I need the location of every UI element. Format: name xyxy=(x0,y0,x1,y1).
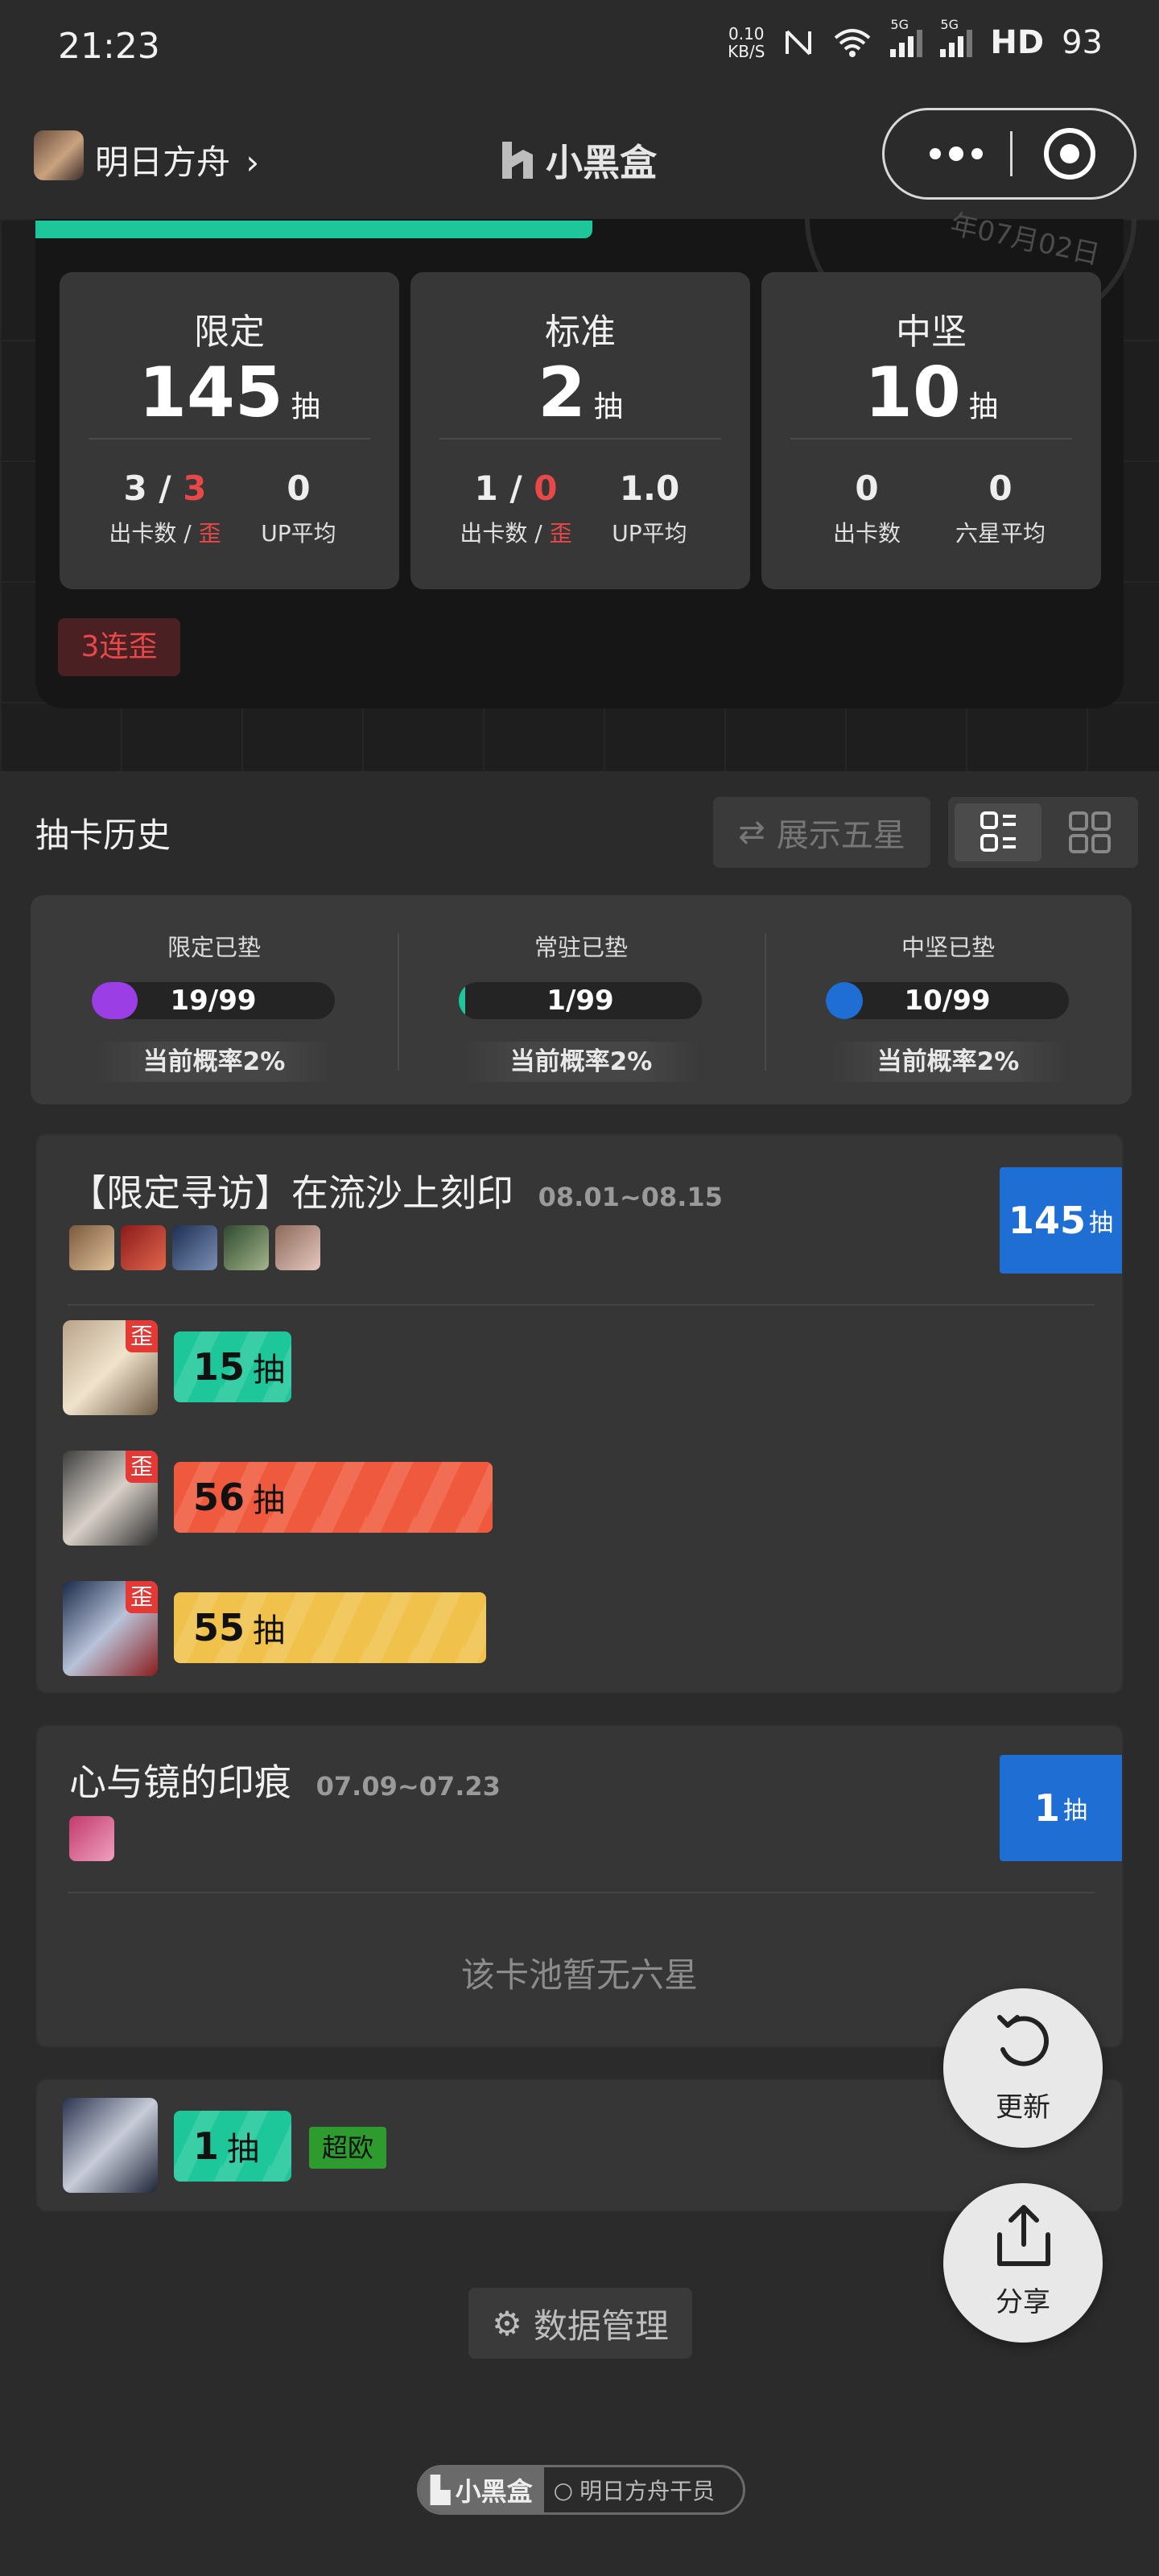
history-title: 抽卡历史 xyxy=(35,815,171,855)
gear-icon: ⚙ xyxy=(492,2303,522,2343)
stat-cards-out: 0 出卡数 xyxy=(832,469,901,547)
stat-cards-out: 3 / 3 出卡数 / 歪 xyxy=(109,469,221,547)
pity-standard: 常驻已垫 1/99 当前概率2% xyxy=(398,895,765,1104)
search-icon: ○ xyxy=(553,2476,574,2504)
pity-progress: 10/99 xyxy=(826,982,1069,1019)
operator-avatar: 歪 xyxy=(63,1451,158,1546)
pull-bar: 1抽 xyxy=(174,2111,291,2182)
list-view-button[interactable] xyxy=(955,803,1041,861)
hd-label: HD xyxy=(990,24,1045,61)
pool-card-limited: 限定 145 抽 3 / 3 出卡数 / 歪 0 UP平均 xyxy=(60,272,399,589)
banner-pull-badge: 145 抽 xyxy=(1000,1167,1122,1274)
card-divider xyxy=(68,1304,1095,1306)
footer-brand: ▙ 小黑盒 xyxy=(419,2467,544,2512)
status-time: 21:23 xyxy=(58,26,160,67)
pull-bar: 15 抽 xyxy=(174,1331,291,1402)
capsule-divider xyxy=(1010,131,1013,176)
pool-pull-count: 10 抽 xyxy=(864,353,998,433)
operator-avatar xyxy=(69,1816,114,1861)
grid-view-icon xyxy=(1069,811,1111,853)
xiaoheihe-logo-icon xyxy=(502,142,533,179)
operator-avatar: 歪 xyxy=(63,1581,158,1676)
operator-avatar xyxy=(224,1225,269,1270)
pity-progress: 1/99 xyxy=(459,982,702,1019)
pity-limited: 限定已垫 19/99 当前概率2% xyxy=(31,895,398,1104)
operator-avatar: 歪 xyxy=(63,1320,158,1415)
operator-avatar xyxy=(63,2098,158,2193)
empty-six-star-note: 该卡池暂无六星 xyxy=(460,1955,698,1995)
game-switcher[interactable]: 明日方舟 › xyxy=(95,135,259,184)
operator-avatar xyxy=(172,1225,217,1270)
pull-bar: 55 抽 xyxy=(174,1592,486,1663)
swap-icon: ⇄ xyxy=(738,814,765,851)
share-icon xyxy=(997,2205,1050,2266)
refresh-icon xyxy=(997,2015,1049,2066)
pool-name: 中坚 xyxy=(896,312,967,353)
share-button[interactable]: 分享 xyxy=(943,2183,1103,2343)
banner-title-row: 【限定寻访】在流沙上刻印 08.01~08.15 xyxy=(69,1171,723,1215)
net-speed: 0.10 KB/S xyxy=(728,24,765,61)
pity-summary: 限定已垫 19/99 当前概率2% 常驻已垫 1/99 当前概率2% 中坚已垫 … xyxy=(31,895,1132,1104)
status-icons: 0.10 KB/S 5G 5G HD 93 xyxy=(728,17,1103,61)
summary-progress-bar xyxy=(35,221,592,238)
off-rate-badge: 歪 xyxy=(126,1320,158,1352)
game-avatar[interactable] xyxy=(34,130,84,180)
pity-core: 中坚已垫 10/99 当前概率2% xyxy=(765,895,1132,1104)
banner-operator-avatars xyxy=(69,1225,335,1274)
off-rate-badge: 歪 xyxy=(126,1581,158,1613)
pool-card-core: 中坚 10 抽 0 出卡数 0 六星平均 xyxy=(761,272,1101,589)
footer-brand-search[interactable]: ▙ 小黑盒 ○ 明日方舟干员 xyxy=(417,2465,745,2515)
signal-bars-icon xyxy=(890,28,923,57)
banner-pull-badge: 1抽 xyxy=(1000,1755,1122,1861)
close-miniprogram-icon[interactable] xyxy=(1044,128,1095,180)
pool-pull-count: 145 抽 xyxy=(138,353,320,433)
signal-bars-icon xyxy=(940,28,973,57)
card-divider xyxy=(68,1892,1095,1893)
streak-tag: 3连歪 xyxy=(58,618,180,676)
data-manage-button[interactable]: ⚙ 数据管理 xyxy=(468,2288,692,2359)
brand-logo: 小黑盒 xyxy=(497,134,657,187)
pool-name: 标准 xyxy=(545,312,616,353)
chevron-right-icon: › xyxy=(245,142,260,182)
stat-up-average: 1.0 UP平均 xyxy=(612,469,687,547)
operator-avatar xyxy=(69,1225,114,1270)
banner-card[interactable]: 【限定寻访】在流沙上刻印 08.01~08.15 145 抽 歪 15 抽 歪 56… xyxy=(35,1133,1124,1694)
xiaoheihe-logo-icon: ▙ xyxy=(431,2475,451,2505)
lucky-tag: 超欧 xyxy=(309,2127,386,2169)
signal-2: 5G xyxy=(940,17,973,57)
pool-name: 限定 xyxy=(194,312,265,353)
banner-card[interactable]: 心与镜的印痕 07.09~07.23 1抽 该卡池暂无六星 xyxy=(35,1724,1124,2048)
more-icon[interactable] xyxy=(912,134,1000,173)
wifi-icon xyxy=(835,29,871,57)
refresh-button[interactable]: 更新 xyxy=(943,1988,1103,2148)
mini-program-capsule xyxy=(882,108,1136,200)
pool-card-standard: 标准 2抽 1 / 0 出卡数 / 歪 1.0 UP平均 xyxy=(410,272,750,589)
pool-divider xyxy=(439,438,721,440)
stat-six-star-average: 0 六星平均 xyxy=(955,469,1046,547)
footer-search: ○ 明日方舟干员 xyxy=(553,2476,716,2505)
stat-cards-out: 1 / 0 出卡数 / 歪 xyxy=(460,469,572,547)
pool-pull-count: 2抽 xyxy=(538,353,623,433)
banner-title-row: 心与镜的印痕 07.09~07.23 xyxy=(69,1761,501,1804)
battery-level: 93 xyxy=(1062,24,1103,61)
pool-divider xyxy=(790,438,1072,440)
list-view-icon xyxy=(980,811,1016,852)
nfc-icon xyxy=(786,30,812,56)
operator-avatar xyxy=(121,1225,166,1270)
grid-view-button[interactable] xyxy=(1046,803,1133,861)
signal-1: 5G xyxy=(890,17,923,57)
stat-up-average: 0 UP平均 xyxy=(261,469,336,547)
show-five-star-button[interactable]: ⇄ 展示五星 xyxy=(713,797,930,868)
operator-avatar xyxy=(275,1225,320,1270)
pool-divider xyxy=(89,438,370,440)
off-rate-badge: 歪 xyxy=(126,1451,158,1483)
pity-progress: 19/99 xyxy=(92,982,335,1019)
pull-bar: 56 抽 xyxy=(174,1462,493,1533)
